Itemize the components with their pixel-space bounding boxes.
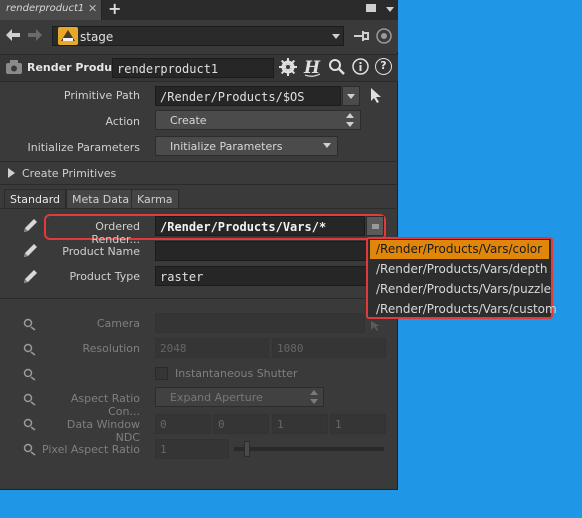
- data-window-x1-field[interactable]: 1: [272, 414, 328, 434]
- data-window-ndc-label: Data Window NDC: [66, 418, 140, 444]
- action-menu[interactable]: Create: [155, 110, 361, 130]
- camera-label: Camera: [96, 317, 140, 330]
- primitive-path-label: Primitive Path: [63, 89, 140, 102]
- override-toggle-icon[interactable]: [23, 343, 37, 357]
- render-product-node-icon: [6, 60, 22, 74]
- node-name-field[interactable]: renderproduct1: [112, 58, 274, 78]
- divider: [0, 161, 398, 162]
- close-icon[interactable]: ✕: [88, 2, 97, 15]
- pixel-aspect-slider-handle[interactable]: [244, 441, 250, 457]
- override-toggle-icon[interactable]: [23, 393, 37, 407]
- override-toggle-icon[interactable]: [23, 318, 37, 332]
- ordered-render-vars-label: Ordered Render...: [91, 220, 140, 246]
- select-cursor-icon[interactable]: [369, 87, 383, 103]
- aspect-ratio-conform-label: Aspect Ratio Con...: [70, 392, 140, 418]
- product-type-label: Product Type: [69, 270, 140, 283]
- updown-arrows-icon: [310, 390, 318, 404]
- gear-icon[interactable]: [279, 58, 297, 76]
- camera-field[interactable]: [155, 313, 365, 333]
- dropdown-item-color[interactable]: /Render/Products/Vars/color: [370, 240, 549, 259]
- override-toggle-icon[interactable]: [23, 418, 37, 432]
- chevron-down-icon: [347, 94, 355, 99]
- primitive-path-field[interactable]: /Render/Products/$OS: [155, 86, 341, 106]
- product-name-field[interactable]: [155, 241, 387, 261]
- resolution-x-field[interactable]: 2048: [155, 338, 269, 358]
- pixel-aspect-slider-track[interactable]: [234, 447, 384, 451]
- tab-meta-data[interactable]: Meta Data: [66, 189, 136, 209]
- data-window-y1-field[interactable]: 1: [330, 414, 386, 434]
- pixel-aspect-ratio-field[interactable]: 1: [155, 439, 229, 459]
- pencil-icon[interactable]: [21, 268, 39, 286]
- help-icon[interactable]: ?: [375, 58, 392, 75]
- instantaneous-shutter-checkbox[interactable]: [155, 367, 168, 380]
- initialize-parameters-label: Initialize Parameters: [27, 141, 141, 154]
- tab-standard[interactable]: Standard: [4, 189, 67, 209]
- node-type-label: Render Product: [27, 61, 124, 74]
- back-arrow-icon[interactable]: [6, 29, 20, 41]
- tab-underline: [0, 208, 398, 209]
- pencil-icon[interactable]: [21, 217, 39, 235]
- tab-bar: renderproduct1 ✕ +: [0, 0, 398, 20]
- pixel-aspect-ratio-label: Pixel Aspect Ratio: [41, 443, 140, 456]
- aspect-ratio-conform-menu[interactable]: Expand Aperture: [155, 387, 324, 407]
- resolution-label: Resolution: [82, 342, 140, 355]
- menu-glyph-icon: [372, 224, 379, 229]
- window-layout-icon[interactable]: [366, 4, 376, 12]
- product-type-field[interactable]: raster: [155, 266, 387, 286]
- forward-arrow-icon[interactable]: [28, 29, 42, 41]
- tab-karma[interactable]: Karma: [131, 189, 179, 209]
- parameter-panel: renderproduct1 ✕ + stage Render Product …: [0, 0, 398, 490]
- path-dropdown-icon[interactable]: [332, 34, 340, 39]
- product-name-label: Product Name: [62, 245, 140, 258]
- initialize-parameters-menu[interactable]: Initialize Parameters: [155, 136, 338, 156]
- tab-label: renderproduct1: [6, 3, 85, 14]
- action-label: Action: [105, 115, 140, 128]
- data-window-y0-field[interactable]: 0: [213, 414, 269, 434]
- data-window-x0-field[interactable]: 0: [155, 414, 211, 434]
- override-toggle-icon[interactable]: [23, 368, 37, 382]
- tab-renderproduct1[interactable]: renderproduct1 ✕: [0, 0, 102, 20]
- updown-arrows-icon: [346, 113, 354, 127]
- window-menu-icon[interactable]: [386, 7, 394, 12]
- divider: [0, 298, 398, 299]
- create-primitives-folder[interactable]: Create Primitives: [22, 167, 116, 180]
- chevron-down-icon: [323, 143, 331, 148]
- info-icon[interactable]: [352, 58, 369, 75]
- dropdown-item-custom[interactable]: /Render/Products/Vars/custom: [370, 300, 557, 319]
- search-icon[interactable]: [328, 58, 346, 76]
- ordered-render-vars-menu-button[interactable]: [366, 216, 384, 236]
- instantaneous-shutter-label: Instantaneous Shutter: [175, 367, 298, 380]
- hscript-h-icon[interactable]: H: [302, 57, 322, 77]
- resolution-y-field[interactable]: 1080: [272, 338, 386, 358]
- ordered-render-vars-field[interactable]: /Render/Products/Vars/*: [155, 216, 365, 236]
- divider: [0, 184, 398, 185]
- override-toggle-icon[interactable]: [23, 443, 37, 457]
- ordered-render-vars-dropdown: /Render/Products/Vars/color /Render/Prod…: [366, 237, 557, 319]
- link-circle-icon[interactable]: [376, 28, 392, 44]
- pin-icon[interactable]: [354, 29, 370, 43]
- primitive-path-menu-button[interactable]: [342, 86, 360, 106]
- add-tab-icon[interactable]: +: [108, 0, 121, 18]
- cursor-arrow-icon: [371, 321, 380, 331]
- dropdown-item-puzzle[interactable]: /Render/Products/Vars/puzzle: [370, 280, 551, 299]
- pencil-icon[interactable]: [21, 242, 39, 260]
- path-context-label: stage: [80, 30, 114, 44]
- dropdown-item-depth[interactable]: /Render/Products/Vars/depth: [370, 260, 549, 279]
- stage-context-icon: [58, 27, 78, 45]
- expand-triangle-icon[interactable]: [8, 168, 16, 178]
